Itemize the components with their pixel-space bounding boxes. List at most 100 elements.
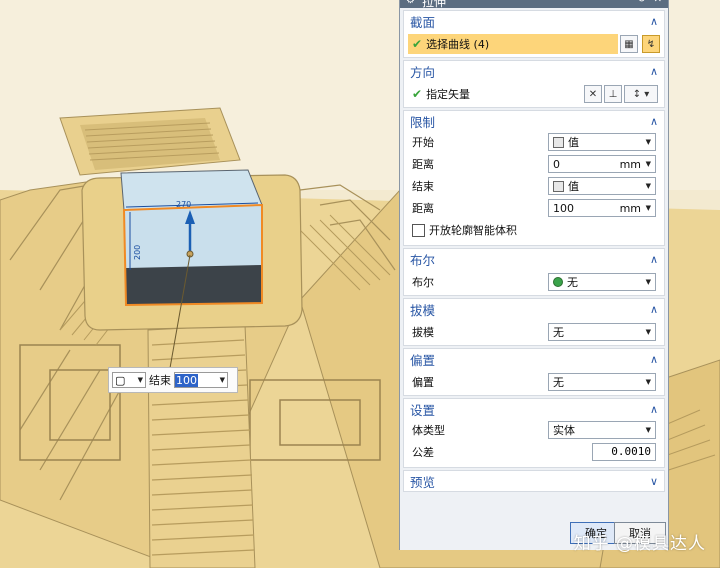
- chevron-down-icon: ▼: [137, 376, 143, 384]
- end-label: 结束: [412, 180, 434, 193]
- chevron-down-icon: ▼: [645, 182, 651, 190]
- tolerance-row: 公差 0.0010: [404, 441, 664, 463]
- limits-header[interactable]: 限制 ∧: [404, 111, 664, 131]
- offset-label: 偏置: [412, 376, 434, 389]
- floating-end-value: 100: [175, 373, 198, 387]
- chevron-down-icon: ▼: [645, 160, 651, 168]
- preview-header[interactable]: 预览 ∨: [404, 471, 664, 491]
- boolean-panel: 布尔 ∧ 布尔 无 ▼: [403, 248, 665, 296]
- select-curve-label: 选择曲线 (4): [426, 38, 490, 51]
- reset-icon[interactable]: ↺: [638, 0, 646, 5]
- settings-panel: 设置 ∧ 体类型 实体 ▼ 公差 0.0010: [403, 398, 665, 468]
- start-type-value: 值: [568, 136, 579, 149]
- chevron-up-icon[interactable]: ∧: [650, 115, 658, 128]
- end-type-dropdown[interactable]: 值 ▼: [548, 177, 656, 195]
- direction-header[interactable]: 方向 ∧: [404, 61, 664, 81]
- cube-icon: ▢: [115, 373, 126, 387]
- specify-vector-row[interactable]: ✔ 指定矢量 ✕ ⊥ ↕ ▾: [404, 81, 664, 107]
- reverse-direction-icon[interactable]: ✕: [584, 85, 602, 103]
- chevron-down-icon[interactable]: ∨: [650, 475, 658, 488]
- start-row: 开始 值 ▼: [404, 131, 664, 153]
- vector-dialog-icon[interactable]: ⊥: [604, 85, 622, 103]
- offset-header[interactable]: 偏置 ∧: [404, 349, 664, 369]
- chevron-up-icon[interactable]: ∧: [650, 303, 658, 316]
- chevron-up-icon[interactable]: ∧: [650, 253, 658, 266]
- extrude-dialog: ⚙ 拉伸 ↺ ✕ 截面 ∧ ✔ 选择曲线 (4) ▦ ↯ 方向 ∧ ✔ 指定矢量…: [399, 0, 669, 550]
- draft-label: 拔模: [412, 326, 434, 339]
- end-distance-label: 距离: [412, 202, 434, 215]
- start-distance-unit: mm: [619, 157, 641, 171]
- boolean-value: 无: [567, 276, 578, 289]
- none-boolean-icon: [553, 277, 563, 287]
- boolean-dropdown[interactable]: 无 ▼: [548, 273, 656, 291]
- watermark: 知乎 @模具达人: [573, 534, 706, 554]
- floating-limit-type-dropdown[interactable]: ▢ ▼: [112, 372, 146, 388]
- specify-vector-label: 指定矢量: [426, 88, 471, 101]
- body-type-value: 实体: [553, 424, 575, 437]
- boolean-label: 布尔: [412, 276, 434, 289]
- chevron-down-icon: ▼: [645, 328, 651, 336]
- chevron-up-icon[interactable]: ∧: [650, 15, 658, 28]
- end-distance-row: 距离 100 mm ▼: [404, 197, 664, 219]
- settings-header[interactable]: 设置 ∧: [404, 399, 664, 419]
- chevron-up-icon[interactable]: ∧: [650, 353, 658, 366]
- chevron-down-icon: ▼: [645, 426, 651, 434]
- offset-title: 偏置: [410, 352, 436, 368]
- offset-dropdown[interactable]: 无 ▼: [548, 373, 656, 391]
- sketch-section-icon[interactable]: ▦: [620, 35, 638, 53]
- open-profile-label: 开放轮廓智能体积: [429, 224, 517, 237]
- end-distance-input[interactable]: 100 mm ▼: [548, 199, 656, 217]
- offset-panel: 偏置 ∧ 偏置 无 ▼: [403, 348, 665, 396]
- start-distance-row: 距离 0 mm ▼: [404, 153, 664, 175]
- draft-header[interactable]: 拔模 ∧: [404, 299, 664, 319]
- curve-section-icon[interactable]: ↯: [642, 35, 660, 53]
- preview-panel: 预览 ∨: [403, 470, 665, 492]
- body-type-row: 体类型 实体 ▼: [404, 419, 664, 441]
- body-type-label: 体类型: [412, 424, 445, 437]
- gear-icon: ⚙: [406, 0, 415, 6]
- value-icon: [553, 136, 564, 148]
- chevron-up-icon[interactable]: ∧: [650, 65, 658, 78]
- end-distance-value: 100: [553, 201, 574, 215]
- limits-title: 限制: [410, 114, 436, 130]
- start-distance-value: 0: [553, 157, 560, 171]
- limits-panel: 限制 ∧ 开始 值 ▼ 距离 0 mm ▼ 结束 值 ▼ 距离 100 mm ▼…: [403, 110, 665, 246]
- open-profile-row[interactable]: 开放轮廓智能体积: [404, 219, 664, 241]
- direction-title: 方向: [410, 64, 436, 80]
- section-header[interactable]: 截面 ∧: [404, 11, 664, 31]
- floating-end-value-field[interactable]: 100 ▼: [174, 372, 228, 388]
- boolean-header[interactable]: 布尔 ∧: [404, 249, 664, 269]
- open-profile-checkbox[interactable]: [412, 223, 425, 237]
- section-title: 截面: [410, 14, 436, 30]
- chevron-down-icon: ▼: [645, 278, 651, 286]
- draft-title: 拔模: [410, 302, 436, 318]
- chevron-down-icon[interactable]: ▼: [220, 376, 225, 384]
- start-distance-input[interactable]: 0 mm ▼: [548, 155, 656, 173]
- draft-dropdown[interactable]: 无 ▼: [548, 323, 656, 341]
- end-row: 结束 值 ▼: [404, 175, 664, 197]
- body-type-dropdown[interactable]: 实体 ▼: [548, 421, 656, 439]
- tolerance-input[interactable]: 0.0010: [592, 443, 656, 461]
- floating-end-input: ▢ ▼ 结束 100 ▼: [108, 367, 238, 393]
- offset-row: 偏置 无 ▼: [404, 369, 664, 395]
- close-icon[interactable]: ✕: [654, 0, 662, 5]
- draft-panel: 拔模 ∧ 拔模 无 ▼: [403, 298, 665, 346]
- select-curve-row[interactable]: ✔ 选择曲线 (4) ▦ ↯: [404, 31, 664, 57]
- floating-end-label: 结束: [149, 374, 171, 387]
- dialog-titlebar[interactable]: ⚙ 拉伸 ↺ ✕: [400, 0, 668, 8]
- start-type-dropdown[interactable]: 值 ▼: [548, 133, 656, 151]
- preview-title: 预览: [410, 474, 436, 490]
- dialog-title: 拉伸: [422, 0, 447, 8]
- start-distance-label: 距离: [412, 158, 434, 171]
- boolean-row: 布尔 无 ▼: [404, 269, 664, 295]
- vector-type-dropdown[interactable]: ↕ ▾: [624, 85, 658, 103]
- chevron-down-icon: ▼: [645, 204, 651, 212]
- direction-panel: 方向 ∧ ✔ 指定矢量 ✕ ⊥ ↕ ▾: [403, 60, 665, 108]
- boolean-title: 布尔: [410, 252, 436, 268]
- dimension-x-label: 270: [176, 200, 191, 209]
- chevron-up-icon[interactable]: ∧: [650, 403, 658, 416]
- offset-value: 无: [553, 376, 564, 389]
- draft-value: 无: [553, 326, 564, 339]
- end-distance-unit: mm: [619, 201, 641, 215]
- end-type-value: 值: [568, 180, 579, 193]
